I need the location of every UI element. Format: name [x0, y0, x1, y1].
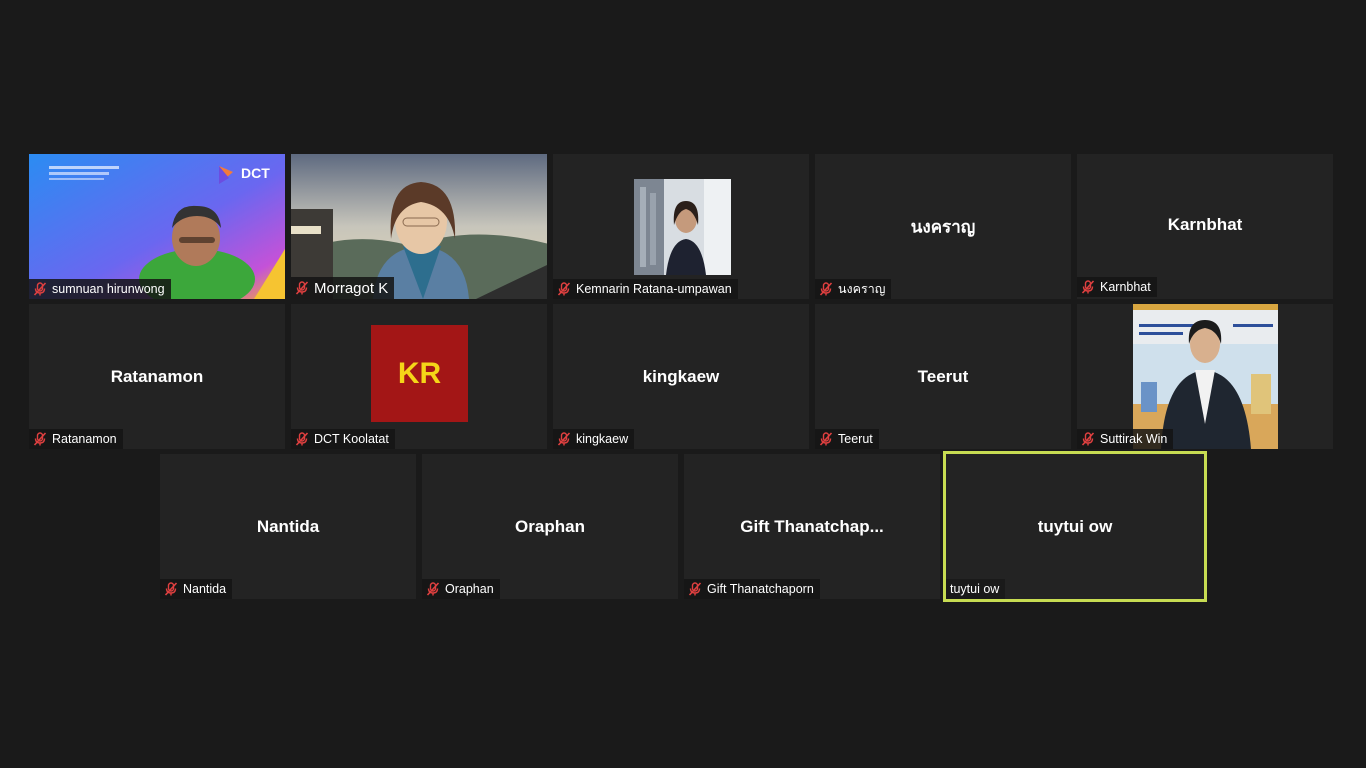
participant-name-label: Kemnarin Ratana-umpawan: [553, 279, 738, 299]
participant-center-name: Teerut: [917, 366, 969, 386]
participant-name: DCT Koolatat: [314, 432, 389, 446]
participant-center-name: tuytui ow: [1037, 516, 1113, 536]
mic-muted-icon: [557, 432, 571, 446]
mic-muted-icon: [426, 582, 440, 596]
participant-name-label: Karnbhat: [1077, 277, 1157, 297]
participant-name-label: Ratanamon: [29, 429, 123, 449]
mic-muted-icon: [1081, 280, 1095, 294]
participant-tile-nantida[interactable]: Nantida Nantida: [160, 454, 416, 599]
video-feed: [634, 179, 731, 275]
participant-center-name: Nantida: [256, 516, 320, 536]
participant-tile-kemnarin[interactable]: Kemnarin Ratana-umpawan: [553, 154, 809, 299]
participant-name-label: sumnuan hirunwong: [29, 279, 171, 299]
mic-muted-icon: [295, 432, 309, 446]
participant-name: Gift Thanatchaporn: [707, 582, 814, 596]
participant-center-name: นงคราญ: [910, 217, 976, 236]
participant-center-name: kingkaew: [642, 366, 720, 386]
participant-name: Ratanamon: [52, 432, 117, 446]
participant-center-name: Karnbhat: [1167, 214, 1243, 234]
mic-muted-icon: [164, 582, 178, 596]
mic-muted-icon: [33, 282, 47, 296]
participant-tile-ratanamon[interactable]: Ratanamon Ratanamon: [29, 304, 285, 449]
participant-name-label: Morragot K: [291, 277, 395, 299]
mic-muted-icon: [1081, 432, 1095, 446]
mic-muted-icon: [819, 282, 833, 296]
participant-name: Morragot K: [314, 279, 389, 297]
mic-muted-icon: [688, 582, 702, 596]
participant-name-label: Suttirak Win: [1077, 429, 1174, 449]
participant-name: Teerut: [838, 432, 873, 446]
participant-name-label: Gift Thanatchaporn: [684, 579, 820, 599]
participant-name: sumnuan hirunwong: [52, 282, 165, 296]
participant-tile-teerut[interactable]: Teerut Teerut: [815, 304, 1071, 449]
participant-name-label: tuytui ow: [946, 579, 1006, 599]
participant-name-label: DCT Koolatat: [291, 429, 395, 449]
participant-tile-nongkran[interactable]: นงคราญ นงคราญ: [815, 154, 1071, 299]
participant-name: tuytui ow: [950, 582, 1000, 596]
participant-center-name: Gift Thanatchap...: [740, 516, 884, 536]
participant-tile-suttirak[interactable]: Suttirak Win: [1077, 304, 1333, 449]
mic-muted-icon: [557, 282, 571, 296]
participant-tile-oraphan[interactable]: Oraphan Oraphan: [422, 454, 678, 599]
dct-logo: DCT: [241, 165, 270, 181]
video-feed: DCT: [29, 154, 285, 299]
participant-tile-koolatat[interactable]: KR DCT Koolatat: [291, 304, 547, 449]
participant-name-label: Nantida: [160, 579, 233, 599]
video-feed: [1133, 304, 1278, 449]
avatar: KR: [371, 325, 468, 422]
participant-tile-gift[interactable]: Gift Thanatchap... Gift Thanatchaporn: [684, 454, 940, 599]
participant-name: นงคราญ: [838, 282, 886, 296]
participant-tile-morragot[interactable]: Morragot K: [291, 154, 547, 299]
participant-center-name: Oraphan: [515, 516, 585, 536]
participant-center-name: Ratanamon: [110, 366, 204, 386]
mic-muted-icon: [819, 432, 833, 446]
participant-tile-karnbhat[interactable]: Karnbhat Karnbhat: [1077, 154, 1333, 299]
participant-name-label: นงคราญ: [815, 279, 892, 299]
participant-tile-tuytui-active-speaker[interactable]: tuytui ow tuytui ow: [943, 451, 1207, 602]
participant-tile-sumnuan[interactable]: DCT sumnuan hirunwong: [29, 154, 285, 299]
participant-name: Kemnarin Ratana-umpawan: [576, 282, 732, 296]
participant-name: Suttirak Win: [1100, 432, 1168, 446]
mic-muted-icon: [33, 432, 47, 446]
participant-name-label: Oraphan: [422, 579, 500, 599]
participant-name-label: kingkaew: [553, 429, 635, 449]
participant-name: kingkaew: [576, 432, 629, 446]
participant-tile-kingkaew[interactable]: kingkaew kingkaew: [553, 304, 809, 449]
participant-name-label: Teerut: [815, 429, 879, 449]
participant-name: Nantida: [183, 582, 227, 596]
mic-muted-icon: [295, 281, 309, 295]
participant-name: Karnbhat: [1100, 280, 1151, 294]
participant-name: Oraphan: [445, 582, 494, 596]
